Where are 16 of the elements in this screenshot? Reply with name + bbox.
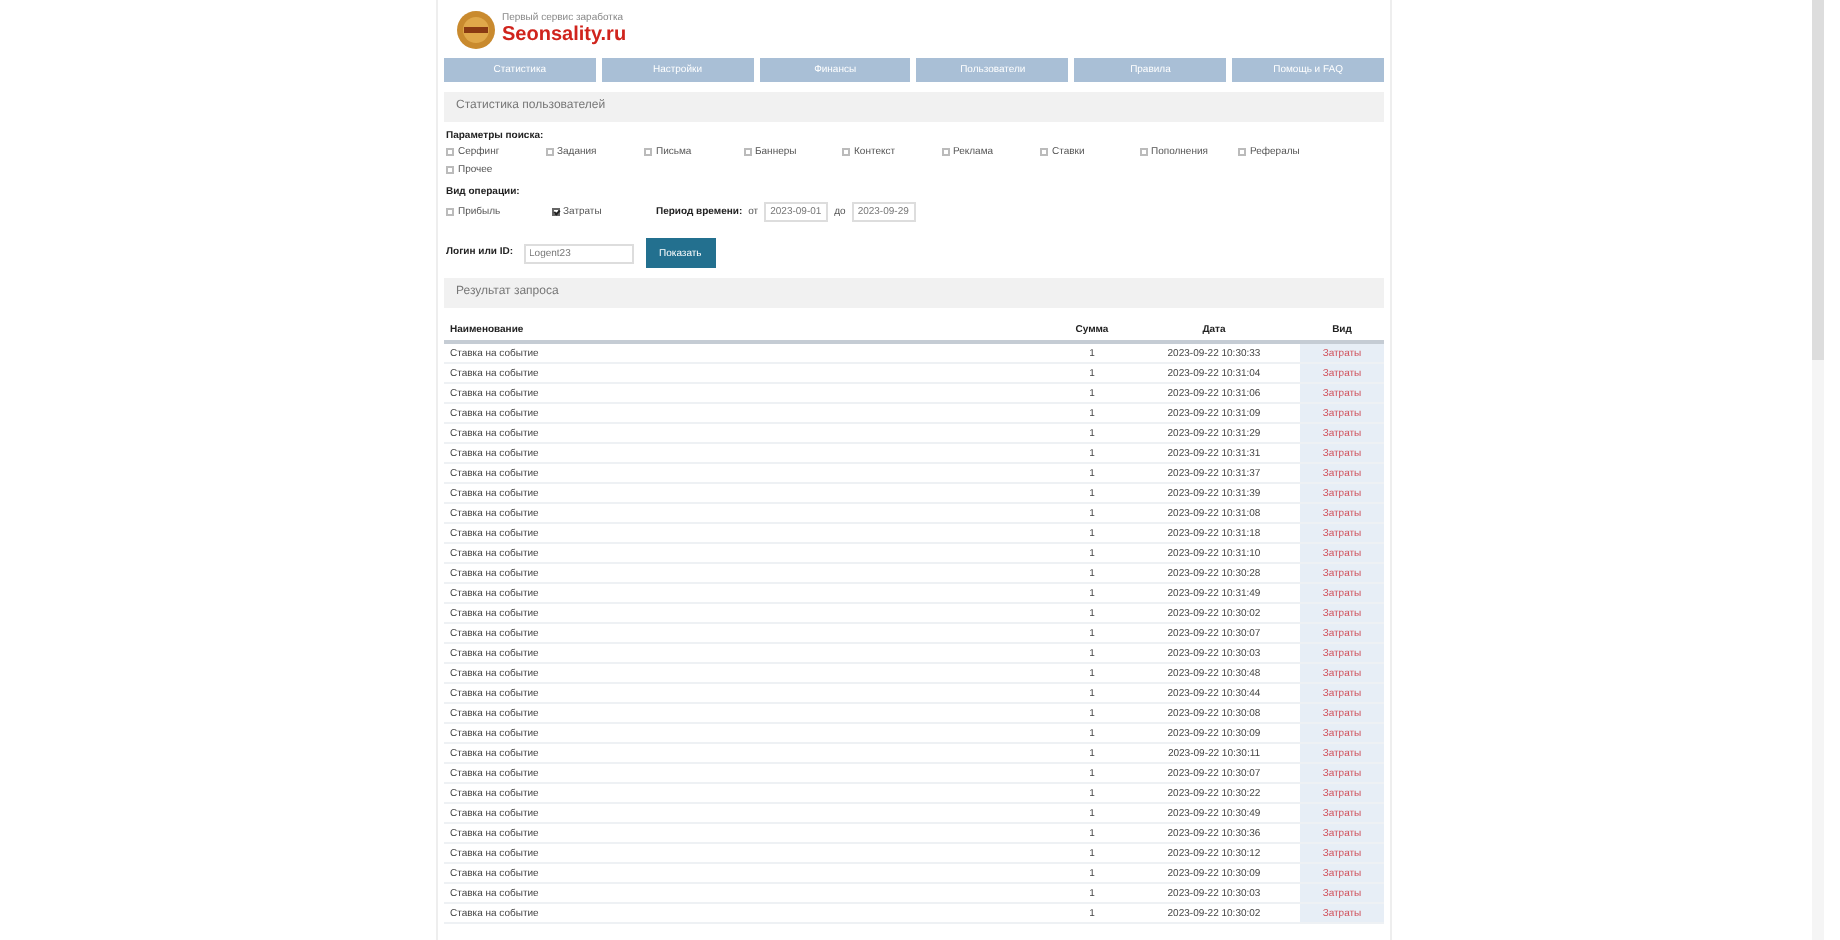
logo-icon	[456, 9, 496, 49]
scrollbar-thumb[interactable]	[1812, 0, 1824, 360]
checkbox[interactable]	[644, 147, 652, 155]
checkbox[interactable]	[545, 147, 553, 155]
checkbox[interactable]	[743, 147, 751, 155]
checkbox[interactable]	[446, 165, 454, 173]
checkbox[interactable]	[842, 147, 850, 155]
checkbox[interactable]	[1040, 147, 1048, 155]
checkbox[interactable]	[1139, 147, 1147, 155]
checkbox[interactable]	[446, 208, 454, 216]
checkbox[interactable]	[941, 147, 949, 155]
checkbox[interactable]	[551, 208, 559, 216]
scrollbar[interactable]	[1812, 0, 1824, 940]
checkbox[interactable]	[446, 147, 454, 155]
checkbox[interactable]	[1238, 147, 1246, 155]
logo-text: Seonsality.ru	[502, 24, 627, 46]
